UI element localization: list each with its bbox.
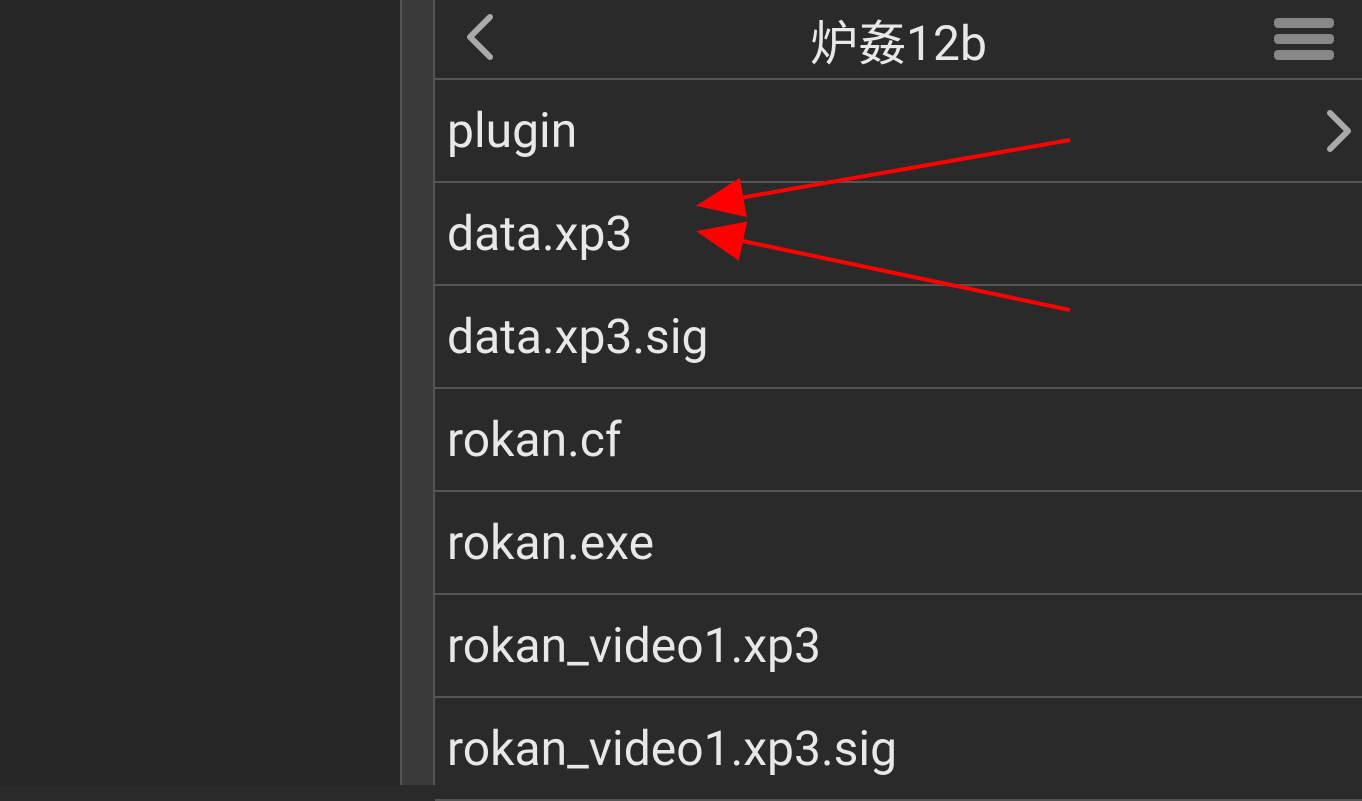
hamburger-icon	[1274, 18, 1334, 28]
panel-divider	[400, 0, 435, 785]
file-name: plugin	[447, 102, 577, 159]
file-item-rokan-video1-xp3-sig[interactable]: rokan_video1.xp3.sig	[435, 698, 1362, 801]
folder-item-plugin[interactable]: plugin	[435, 80, 1362, 183]
file-name: data.xp3.sig	[447, 308, 708, 365]
file-name: data.xp3	[447, 205, 632, 262]
file-item-rokan-cf[interactable]: rokan.cf	[435, 389, 1362, 492]
file-item-rokan-exe[interactable]: rokan.exe	[435, 492, 1362, 595]
header-bar: 炉姦12b	[435, 0, 1362, 78]
hamburger-icon	[1274, 50, 1334, 60]
chevron-right-icon	[1326, 109, 1352, 153]
file-item-data-xp3-sig[interactable]: data.xp3.sig	[435, 286, 1362, 389]
file-name: rokan.exe	[447, 514, 654, 571]
file-item-rokan-video1-xp3[interactable]: rokan_video1.xp3	[435, 595, 1362, 698]
file-name: rokan.cf	[447, 411, 622, 468]
page-title: 炉姦12b	[810, 4, 987, 74]
file-item-data-xp3[interactable]: data.xp3	[435, 183, 1362, 286]
file-list: plugin data.xp3 data.xp3.sig rokan.cf ro…	[435, 78, 1362, 801]
menu-button[interactable]	[1266, 4, 1342, 74]
main-panel: 炉姦12b plugin data.xp3 data.xp3.sig rokan…	[435, 0, 1362, 785]
file-name: rokan_video1.xp3.sig	[447, 720, 897, 777]
left-panel	[0, 0, 400, 785]
file-name: rokan_video1.xp3	[447, 617, 821, 674]
back-button[interactable]	[455, 2, 505, 76]
chevron-left-icon	[465, 12, 495, 62]
hamburger-icon	[1274, 34, 1334, 44]
